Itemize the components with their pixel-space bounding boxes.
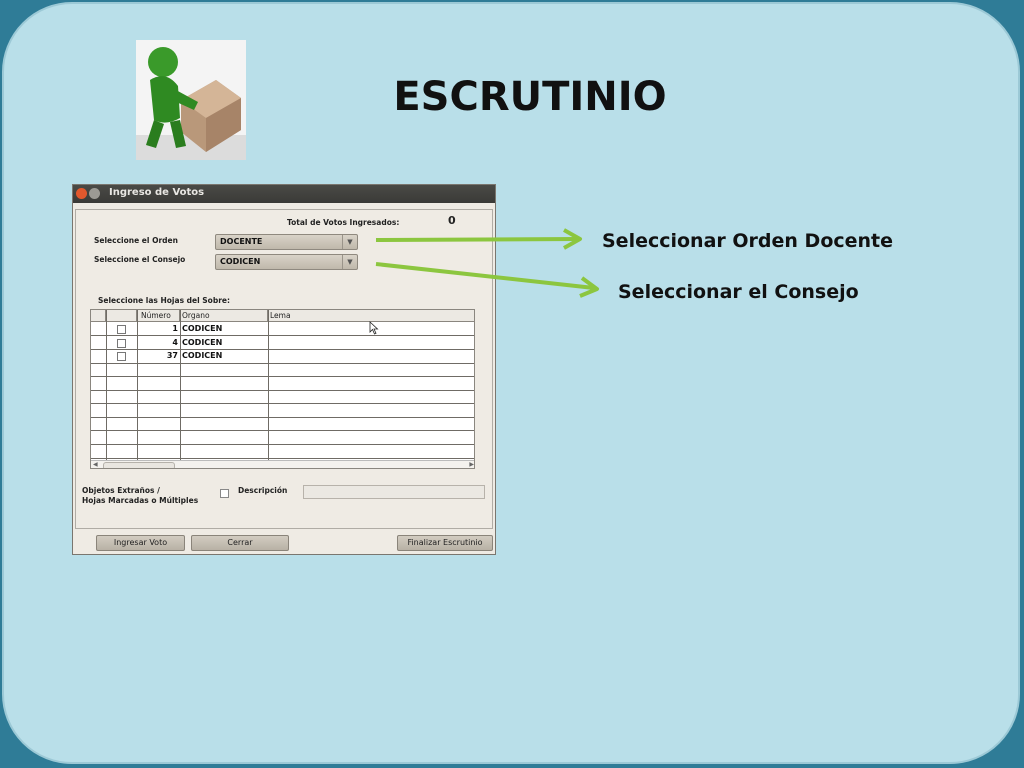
callout-arrows	[375, 228, 599, 298]
arrow-consejo	[375, 262, 595, 290]
arrow-orden	[375, 237, 579, 242]
callout-consejo: Seleccionar el Consejo	[618, 281, 859, 303]
callout-orden: Seleccionar Orden Docente	[602, 230, 894, 252]
